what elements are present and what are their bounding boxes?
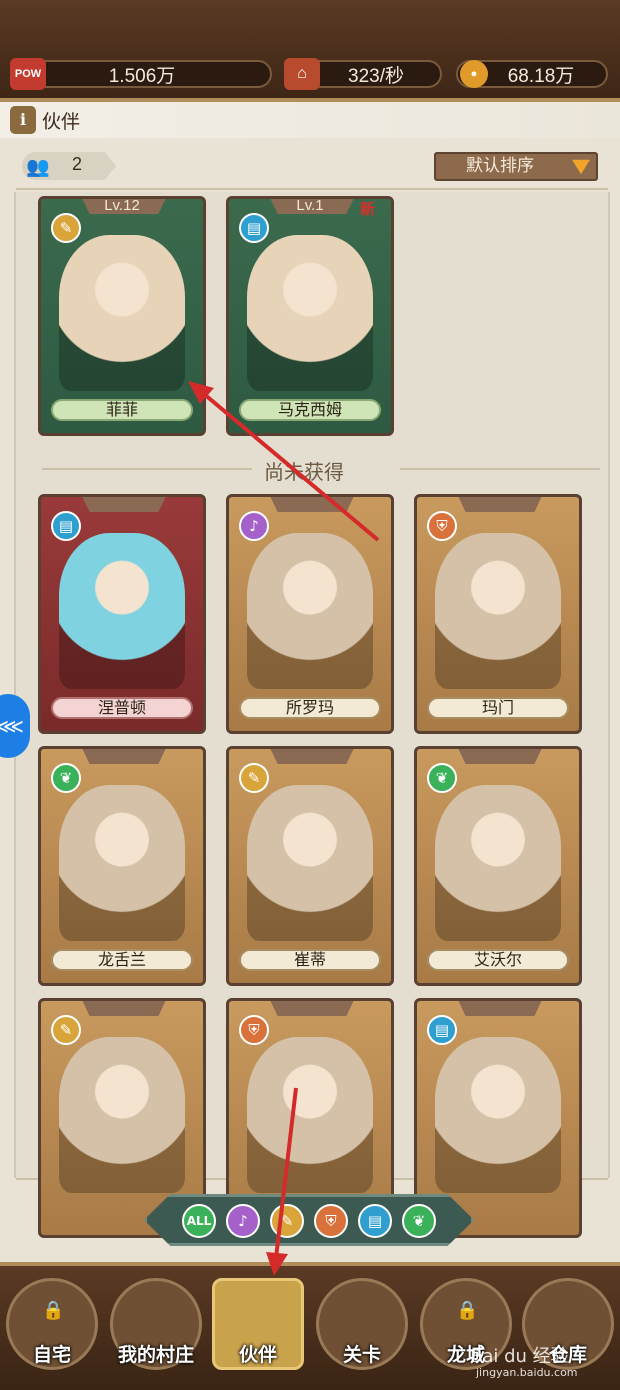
lyre-icon: ♪: [239, 511, 269, 541]
card-cap: [81, 1001, 167, 1016]
character-portrait: [59, 785, 185, 941]
filter-shield-icon[interactable]: ⛨: [314, 1204, 348, 1238]
filter-leaf-icon[interactable]: ❦: [402, 1204, 436, 1238]
character-portrait: [435, 785, 561, 941]
card-cap: [269, 749, 355, 764]
character-name: 玛门: [427, 697, 569, 719]
leaf-icon: ❦: [427, 763, 457, 793]
partner-card[interactable]: ❦ 艾沃尔: [414, 746, 582, 986]
shield-icon: ⛨: [427, 511, 457, 541]
people-icon: 👥: [26, 156, 50, 178]
character-name: 崔蒂: [239, 949, 381, 971]
character-portrait: [59, 533, 185, 689]
nav-label: 关卡: [342, 1344, 381, 1366]
card-cap: [457, 1001, 543, 1016]
sort-dropdown[interactable]: 默认排序: [434, 152, 598, 181]
character-name: 艾沃尔: [427, 949, 569, 971]
owned-count-value: 2: [72, 154, 83, 174]
partner-card[interactable]: ▤ 涅普顿: [38, 494, 206, 734]
character-name: 所罗玛: [239, 697, 381, 719]
filter-broom-icon[interactable]: ✎: [270, 1204, 304, 1238]
nav-label: 我的村庄: [117, 1344, 194, 1366]
panel-top-rule: [16, 188, 608, 190]
watermark-url: jingyan.baidu.com: [476, 1366, 578, 1379]
card-cap: [457, 749, 543, 764]
caret-down-icon: [572, 159, 590, 175]
character-name: 涅普顿: [51, 697, 193, 719]
pow-counter: POW 1.506万: [10, 58, 272, 90]
nav-label: 伙伴: [238, 1344, 277, 1366]
filter-lyre-icon[interactable]: ♪: [226, 1204, 260, 1238]
character-portrait: [59, 1037, 185, 1193]
leaf-icon: ❦: [51, 763, 81, 793]
character-portrait: [435, 533, 561, 689]
section-rule-right: [400, 468, 600, 470]
book-icon: ▤: [51, 511, 81, 541]
income-rate-value: 323/秒: [348, 65, 404, 87]
card-level: Lv.12: [104, 197, 140, 214]
side-expand-tab[interactable]: ⋘: [0, 694, 30, 758]
page-header: [0, 102, 620, 138]
broom-icon: ✎: [51, 213, 81, 243]
character-name: 龙舌兰: [51, 949, 193, 971]
character-portrait: [435, 1037, 561, 1193]
partner-card[interactable]: ✎ 崔蒂: [226, 746, 394, 986]
card-cap: [457, 497, 543, 512]
shield-icon: ⛨: [239, 1015, 269, 1045]
pow-icon: POW: [10, 58, 46, 90]
page-title: 伙伴: [42, 111, 81, 133]
character-portrait: [247, 533, 373, 689]
nav-label: 自宅: [32, 1344, 71, 1366]
filter-book-icon[interactable]: ▤: [358, 1204, 392, 1238]
unobtained-section-label: 尚未获得: [264, 460, 344, 484]
card-cap: [269, 1001, 355, 1016]
lock-icon: 🔒: [42, 1300, 65, 1321]
partner-card[interactable]: ♪ 所罗玛: [226, 494, 394, 734]
watermark-logo: Bai du 经验: [470, 1346, 569, 1367]
house-coin-icon: ⌂: [284, 58, 320, 90]
lock-icon: 🔒: [456, 1300, 479, 1321]
filter-all-icon[interactable]: ALL: [182, 1204, 216, 1238]
character-name: 马克西姆: [239, 399, 381, 421]
income-rate-counter: ⌂ 323/秒: [284, 58, 442, 90]
coin-counter: ● 68.18万: [456, 60, 608, 88]
character-portrait: [247, 235, 373, 391]
info-icon[interactable]: i: [10, 106, 36, 134]
coin-value: 68.18万: [507, 65, 575, 87]
character-portrait: [59, 235, 185, 391]
broom-icon: ✎: [51, 1015, 81, 1045]
partner-card[interactable]: ⛨ 玛门: [414, 494, 582, 734]
pow-value: 1.506万: [108, 65, 176, 87]
character-portrait: [247, 785, 373, 941]
sort-label: 默认排序: [466, 156, 534, 176]
partner-card[interactable]: Lv.12 ✎ 菲菲: [38, 196, 206, 436]
partner-card[interactable]: ❦ 龙舌兰: [38, 746, 206, 986]
character-name: 菲菲: [51, 399, 193, 421]
broom-icon: ✎: [239, 763, 269, 793]
partner-card[interactable]: Lv.1 新 ▤ 马克西姆: [226, 196, 394, 436]
card-cap: [269, 497, 355, 512]
card-cap: [81, 497, 167, 512]
section-rule-left: [42, 468, 252, 470]
card-cap: [81, 749, 167, 764]
coin-icon: ●: [460, 60, 488, 88]
new-tag: 新: [359, 200, 375, 218]
book-icon: ▤: [427, 1015, 457, 1045]
book-icon: ▤: [239, 213, 269, 243]
character-portrait: [247, 1037, 373, 1193]
